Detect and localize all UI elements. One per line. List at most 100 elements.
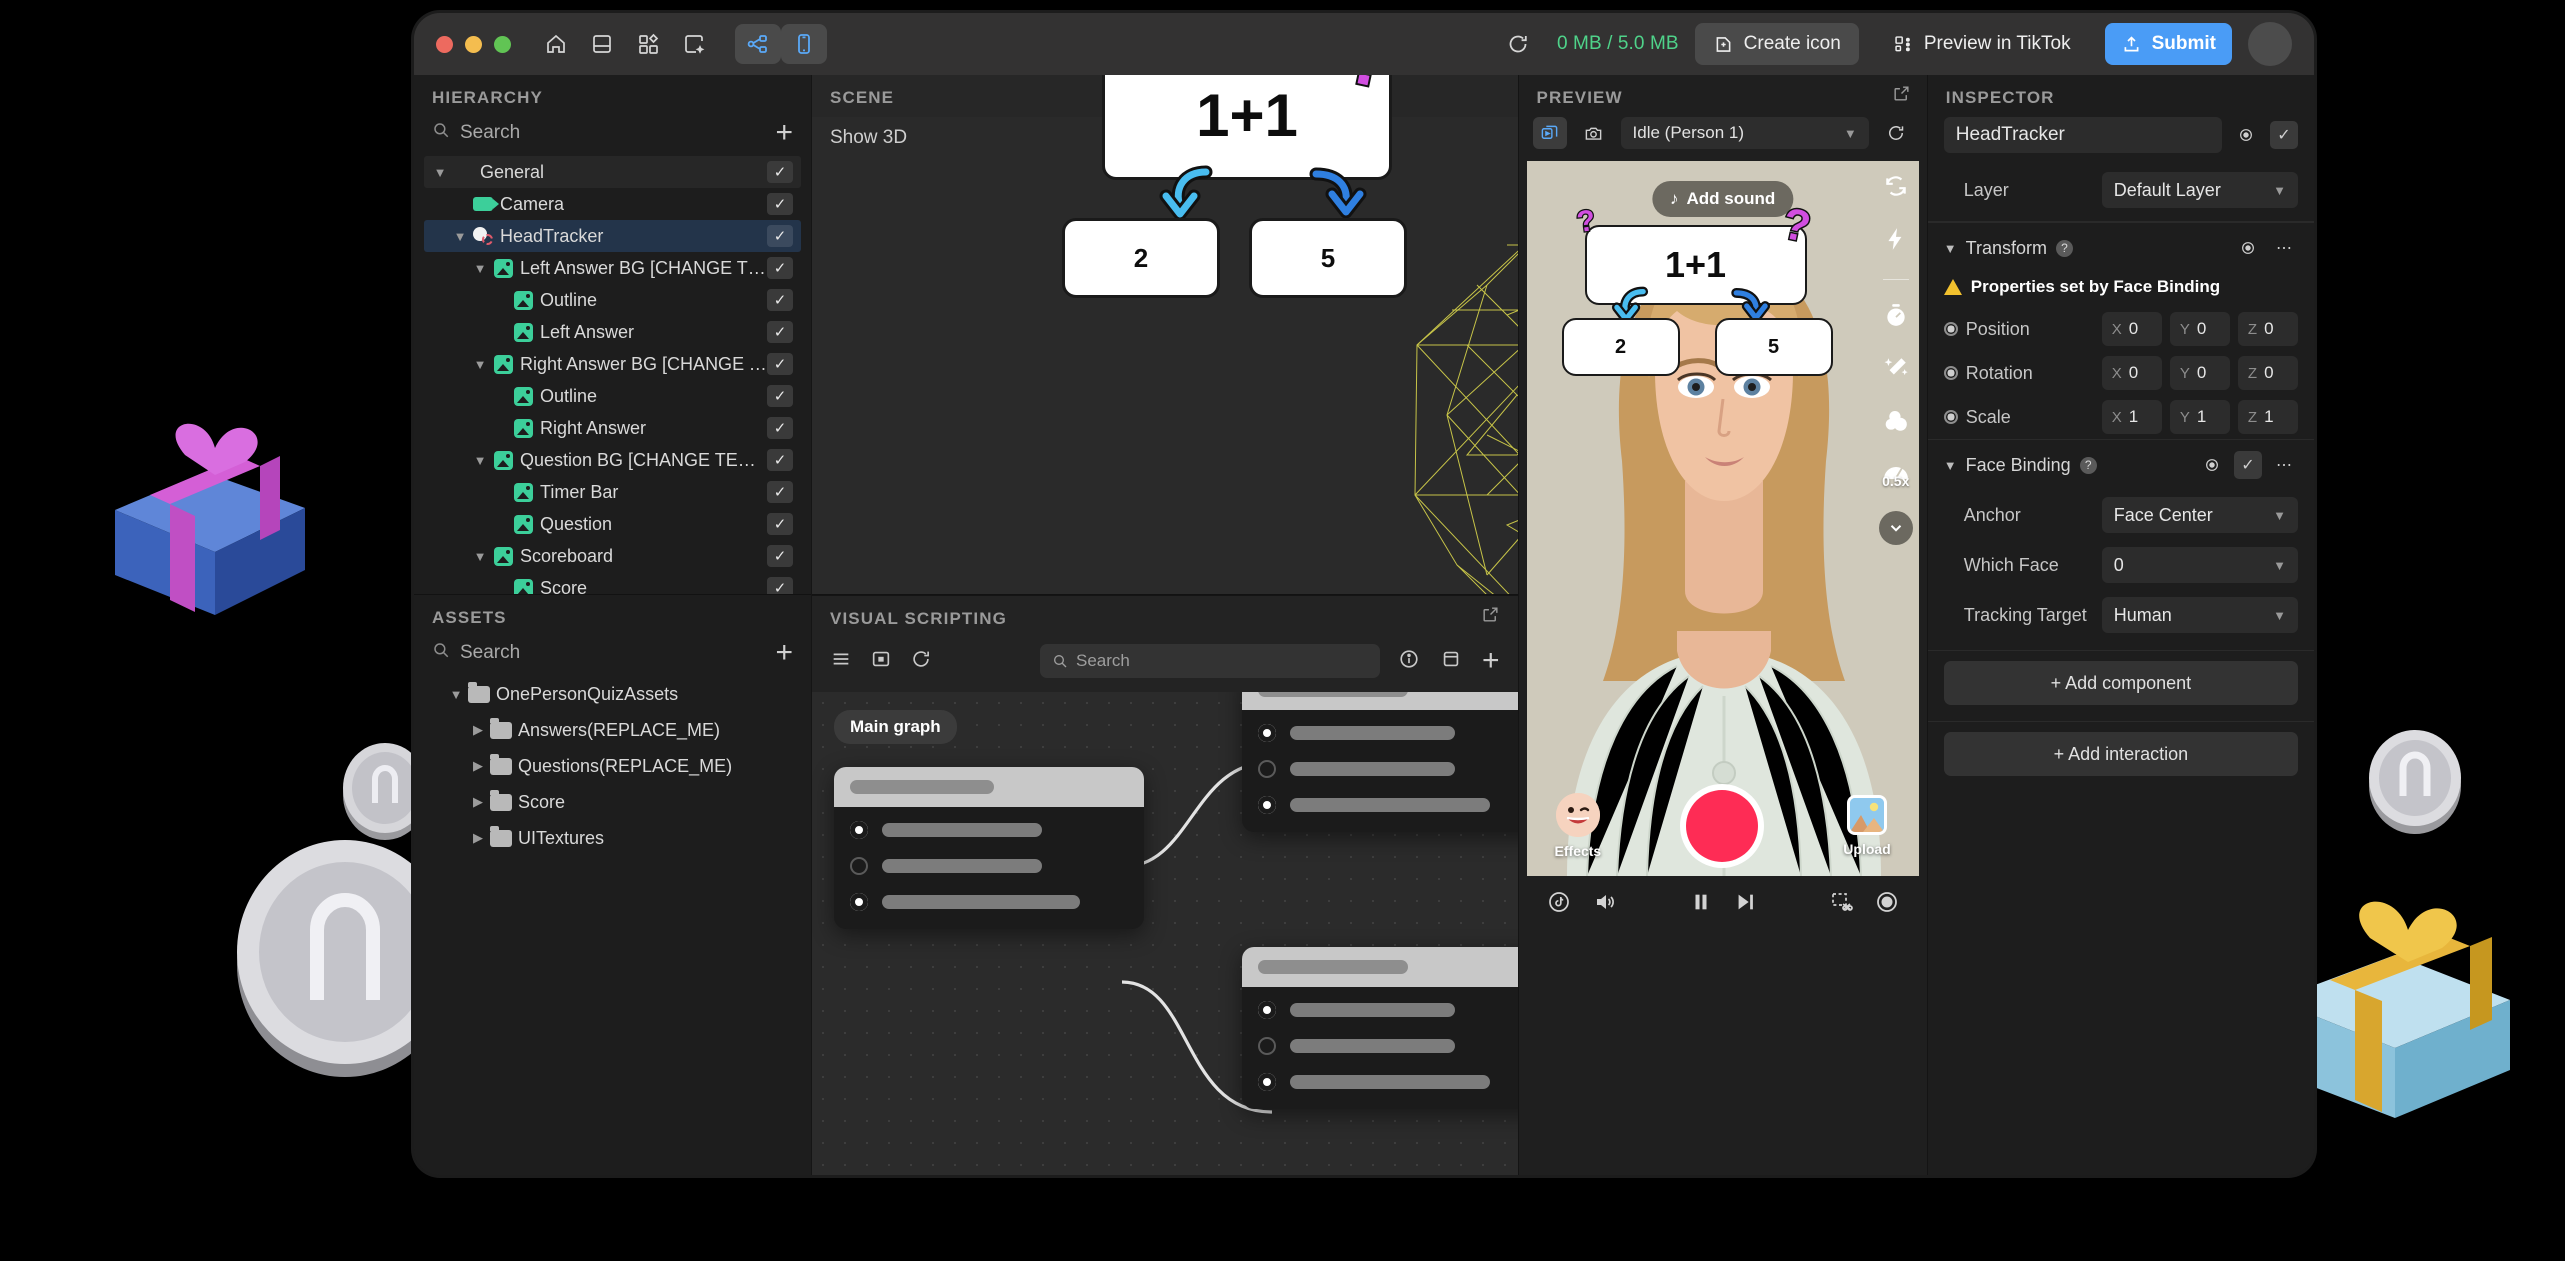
face-binding-section-header[interactable]: ▼ Face Binding ? ✓ ⋯: [1927, 439, 2314, 490]
upload-button[interactable]: Upload: [1843, 795, 1891, 857]
node-port-row[interactable]: [850, 893, 1128, 911]
preview-right-answer-card[interactable]: 5: [1714, 318, 1833, 376]
hierarchy-item-headtracker[interactable]: ▼ HeadTracker ✓: [424, 220, 801, 252]
node-port-icon[interactable]: [1258, 1037, 1276, 1055]
preview-in-tiktok-button[interactable]: Preview in TikTok: [1875, 23, 2089, 65]
assets-item-uitextures[interactable]: ▶ UITextures: [424, 820, 801, 856]
minimize-button[interactable]: [465, 35, 482, 53]
timer-icon[interactable]: [1883, 302, 1909, 333]
node-port-icon[interactable]: [850, 821, 868, 839]
hierarchy-item-right-answer[interactable]: Right Answer ✓: [424, 412, 801, 444]
chevron-down-icon[interactable]: ▼: [1944, 241, 1957, 256]
graph-node[interactable]: [1242, 692, 1518, 832]
chevron-down-icon[interactable]: ▼: [470, 357, 490, 372]
anchor-select[interactable]: Face Center ▼: [2101, 497, 2298, 533]
add-sound-button[interactable]: ♪ Add sound: [1652, 181, 1794, 217]
assets-search-input[interactable]: Search: [460, 642, 765, 664]
target-icon[interactable]: [2234, 234, 2262, 262]
chevron-right-icon[interactable]: ▶: [468, 722, 488, 738]
grid-icon[interactable]: [625, 24, 671, 64]
preview-mode-select[interactable]: Idle (Person 1) ▼: [1620, 117, 1869, 149]
graph-canvas[interactable]: Main graph: [812, 692, 1518, 1175]
help-icon[interactable]: ?: [2079, 456, 2097, 474]
visibility-checkbox[interactable]: ✓: [767, 513, 793, 535]
assets-item-answers-replace-me[interactable]: ▶ Answers(REPLACE_ME): [424, 712, 801, 748]
chevron-right-icon[interactable]: ▶: [468, 794, 488, 810]
position-y-input[interactable]: Y0: [2169, 312, 2230, 346]
visibility-checkbox[interactable]: ✓: [767, 321, 793, 343]
transform-section-header[interactable]: ▼ Transform ? ⋯: [1927, 222, 2314, 273]
visibility-checkbox[interactable]: ✓: [767, 481, 793, 503]
refresh-icon[interactable]: [910, 648, 932, 675]
hierarchy-item-general[interactable]: ▼ General ✓: [424, 156, 801, 188]
video-preview-icon[interactable]: [1532, 117, 1567, 149]
chevron-down-icon[interactable]: ▼: [446, 687, 466, 702]
magic-icon[interactable]: [671, 24, 717, 64]
menu-icon[interactable]: [830, 648, 852, 675]
node-port-row[interactable]: [1258, 796, 1518, 814]
phone-icon[interactable]: [781, 24, 827, 64]
chevron-down-icon[interactable]: ▼: [470, 261, 490, 276]
chevron-right-icon[interactable]: ▶: [468, 830, 488, 846]
node-port-icon[interactable]: [1258, 796, 1276, 814]
scale-y-input[interactable]: Y1: [2169, 400, 2230, 434]
more-options-icon[interactable]: ⋯: [2270, 451, 2298, 479]
node-port-row[interactable]: [1258, 1073, 1518, 1091]
maximize-button[interactable]: [494, 35, 511, 53]
tracking-target-select[interactable]: Human ▼: [2101, 597, 2298, 633]
face-binding-enabled-checkbox[interactable]: ✓: [2234, 451, 2262, 479]
visibility-checkbox[interactable]: ✓: [767, 257, 793, 279]
record-shutter-button[interactable]: [1686, 790, 1759, 862]
hierarchy-item-outline[interactable]: Outline ✓: [424, 380, 801, 412]
record-icon[interactable]: [1875, 890, 1899, 919]
frame-icon[interactable]: [870, 648, 892, 675]
help-icon[interactable]: ?: [2055, 239, 2073, 257]
visual-scripting-search-input[interactable]: Search: [1040, 644, 1380, 678]
preview-viewport[interactable]: ♪ Add sound 1+1 ? ? 2 5 0.5x Effects Upl…: [1526, 161, 1919, 876]
chevron-right-icon[interactable]: ▶: [468, 758, 488, 774]
which-face-select[interactable]: 0 ▼: [2101, 547, 2298, 583]
hierarchy-search-input[interactable]: Search: [460, 122, 765, 144]
visibility-checkbox[interactable]: ✓: [767, 289, 793, 311]
visibility-checkbox[interactable]: ✓: [767, 385, 793, 407]
position-x-input[interactable]: X0: [2101, 312, 2162, 346]
hierarchy-item-question[interactable]: Question ✓: [424, 508, 801, 540]
chevron-down-icon[interactable]: [1878, 511, 1913, 545]
node-port-icon[interactable]: [850, 893, 868, 911]
object-enabled-checkbox[interactable]: ✓: [2270, 121, 2298, 149]
preview-refresh-icon[interactable]: [1879, 117, 1913, 149]
visibility-checkbox[interactable]: ✓: [767, 545, 793, 567]
close-button[interactable]: [436, 35, 453, 53]
target-icon[interactable]: [2232, 121, 2260, 149]
hierarchy-item-right-answer-bg-change-text[interactable]: ▼ Right Answer BG [CHANGE TEXT...✓: [424, 348, 801, 380]
hierarchy-item-question-bg-change-texture[interactable]: ▼ Question BG [CHANGE TEXTURE]✓: [424, 444, 801, 476]
node-port-icon[interactable]: [1258, 1001, 1276, 1019]
rotation-x-input[interactable]: X0: [2101, 356, 2162, 390]
node-port-row[interactable]: [850, 821, 1128, 839]
chevron-down-icon[interactable]: ▼: [430, 165, 450, 180]
scene-left-answer-card[interactable]: 2: [1062, 218, 1220, 298]
node-port-row[interactable]: [1258, 760, 1518, 778]
visibility-checkbox[interactable]: ✓: [767, 417, 793, 439]
visibility-checkbox[interactable]: ✓: [767, 193, 793, 215]
node-port-row[interactable]: [1258, 724, 1518, 742]
avatar[interactable]: [2248, 22, 2292, 66]
refresh-icon[interactable]: [1495, 24, 1541, 64]
layer-select[interactable]: Default Layer ▼: [2101, 172, 2298, 208]
visibility-checkbox[interactable]: ✓: [767, 225, 793, 247]
rotation-y-input[interactable]: Y0: [2169, 356, 2230, 390]
position-z-input[interactable]: Z0: [2237, 312, 2298, 346]
chevron-down-icon[interactable]: ▼: [450, 229, 470, 244]
volume-icon[interactable]: [1593, 890, 1617, 919]
node-port-row[interactable]: [850, 857, 1128, 875]
hierarchy-search-row[interactable]: Search +: [414, 117, 811, 156]
more-options-icon[interactable]: ⋯: [2270, 234, 2298, 262]
preview-left-answer-card[interactable]: 2: [1561, 318, 1680, 376]
visibility-checkbox[interactable]: ✓: [767, 449, 793, 471]
expand-icon[interactable]: [1481, 605, 1518, 629]
next-frame-icon[interactable]: [1734, 891, 1756, 918]
photo-preview-icon[interactable]: [1577, 117, 1611, 149]
create-icon-button[interactable]: Create icon: [1694, 23, 1859, 65]
info-icon[interactable]: [1398, 648, 1420, 675]
scale-z-input[interactable]: Z1: [2237, 400, 2298, 434]
